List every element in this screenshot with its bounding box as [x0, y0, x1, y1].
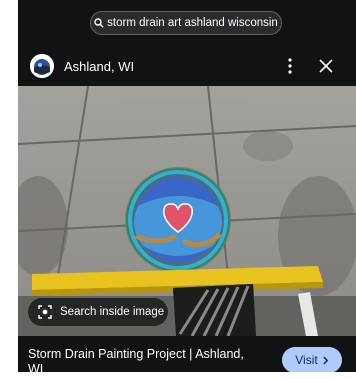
- visit-button[interactable]: Visit: [282, 347, 342, 372]
- search-inside-image-button[interactable]: Search inside image: [28, 298, 168, 326]
- chevron-right-icon: [322, 356, 328, 364]
- site-logo[interactable]: [30, 54, 54, 78]
- lens-icon: [38, 305, 52, 319]
- result-title-line-2: WI: [28, 362, 44, 372]
- more-vert-icon[interactable]: [284, 57, 296, 75]
- close-icon[interactable]: [318, 58, 334, 74]
- viewer-header: Ashland, WI: [18, 49, 356, 85]
- result-title-line-1: Storm Drain Painting Project | Ashland,: [28, 347, 244, 361]
- visit-label: Visit: [295, 353, 318, 367]
- site-name[interactable]: Ashland, WI: [64, 59, 134, 74]
- result-title[interactable]: Storm Drain Painting Project | Ashland, …: [28, 347, 278, 372]
- search-query-text: storm drain art ashland wisconsin: [107, 17, 278, 29]
- search-query-pill[interactable]: storm drain art ashland wisconsin: [90, 11, 282, 35]
- search-icon: [94, 18, 104, 28]
- image-viewer: storm drain art ashland wisconsin Ashlan…: [18, 0, 356, 372]
- search-inside-image-label: Search inside image: [60, 306, 165, 318]
